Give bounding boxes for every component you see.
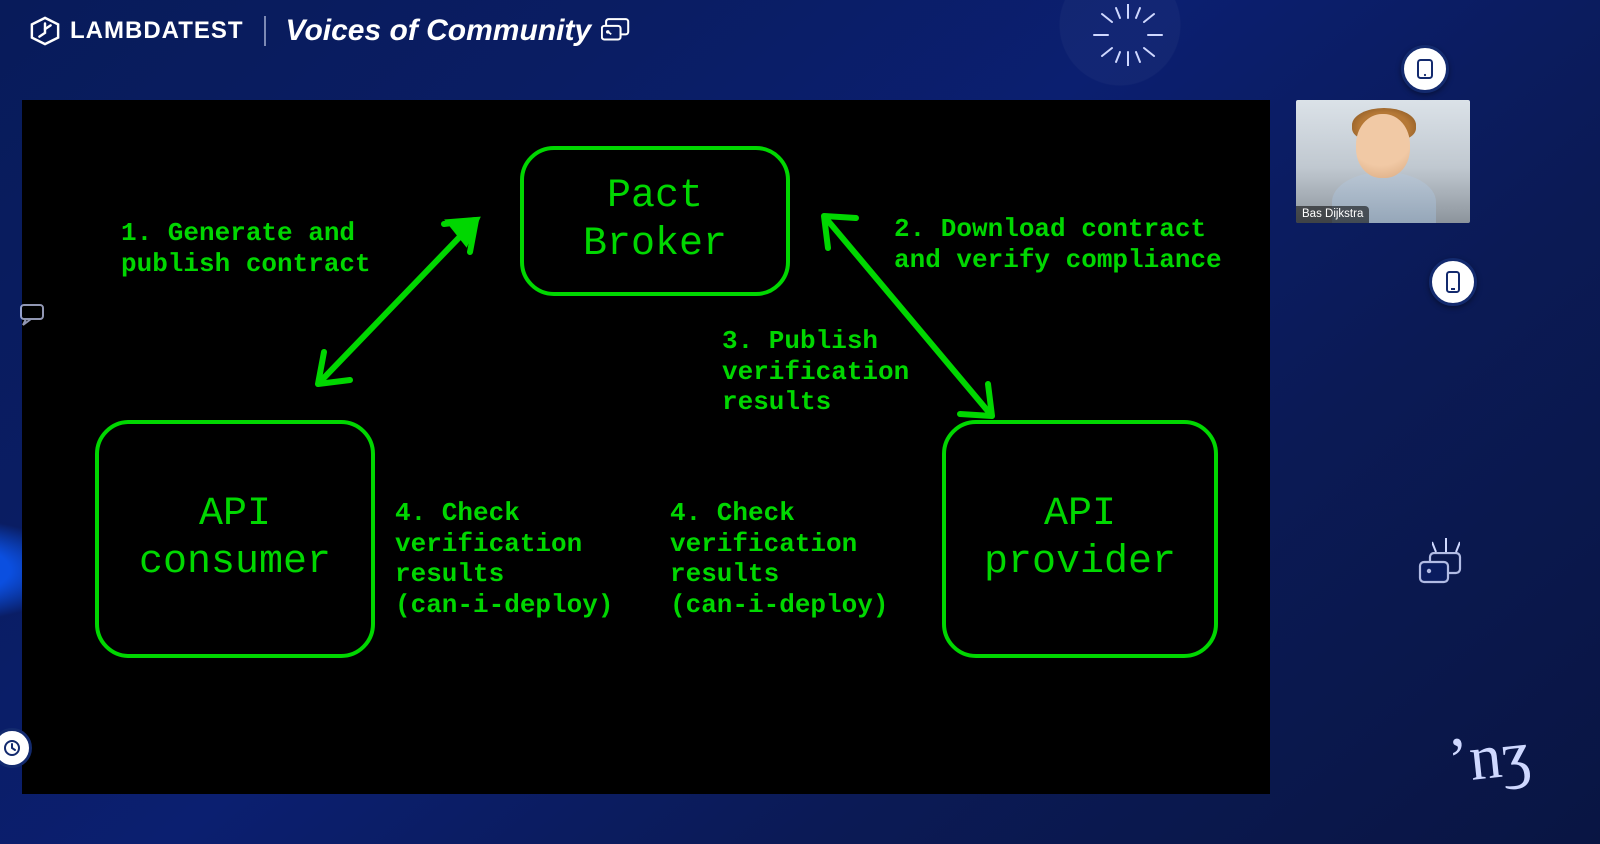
label-step-4b: 4. Check verification results (can-i-dep… <box>670 498 888 621</box>
speaker-webcam[interactable]: Bas Dijkstra <box>1296 100 1470 223</box>
brand-name: LAMBDATEST <box>70 17 244 45</box>
slide-canvas: Pact Broker API consumer API provider 1.… <box>22 100 1270 794</box>
device-phone-button[interactable] <box>1429 258 1477 306</box>
chat-bubble-icon <box>601 17 635 45</box>
series-title: Voices of Community <box>286 14 636 48</box>
node-api-provider: API provider <box>942 420 1218 658</box>
lambdatest-logo-icon <box>30 16 60 46</box>
clock-icon <box>3 739 21 757</box>
speaker-name-label: Bas Dijkstra <box>1296 206 1369 223</box>
node-pact-broker: Pact Broker <box>520 146 790 296</box>
phone-icon <box>1444 271 1462 293</box>
tablet-icon <box>1415 59 1435 79</box>
chat-doodle-left-icon <box>20 304 48 326</box>
squiggle-doodle-icon: ʼnʒ <box>1444 716 1533 798</box>
series-title-text: Voices of Community <box>286 14 592 48</box>
avatar-head <box>1356 114 1410 178</box>
label-step-4a: 4. Check verification results (can-i-dep… <box>395 498 613 621</box>
chat-doodle-right-icon <box>1418 552 1466 586</box>
node-api-consumer: API consumer <box>95 420 375 658</box>
arrow-consumer-broker <box>280 192 510 412</box>
firework-doodle-icon <box>1090 4 1166 66</box>
arrow-broker-provider <box>794 192 1024 442</box>
device-tablet-button[interactable] <box>1401 45 1449 93</box>
header: LAMBDATEST Voices of Community <box>30 14 635 48</box>
presentation-stage: LAMBDATEST Voices of Community <box>0 0 1600 844</box>
header-divider <box>264 16 266 46</box>
brand-logo: LAMBDATEST <box>30 16 244 46</box>
